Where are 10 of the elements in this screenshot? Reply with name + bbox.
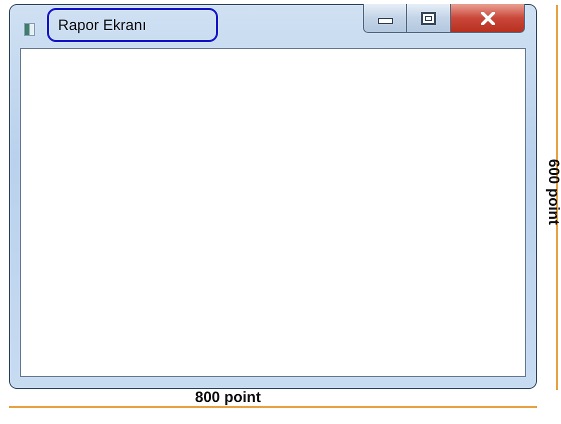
dimension-label: 800 point — [195, 389, 261, 406]
maximize-icon — [421, 12, 436, 24]
close-icon — [480, 12, 496, 24]
app-icon — [24, 23, 35, 36]
close-button[interactable] — [451, 4, 525, 33]
minimize-icon — [378, 18, 392, 24]
minimize-button[interactable] — [363, 4, 407, 33]
dimension-label: 600 point — [545, 159, 561, 225]
window-title: Rapor Ekranı — [58, 16, 146, 34]
maximize-button[interactable] — [407, 4, 451, 33]
